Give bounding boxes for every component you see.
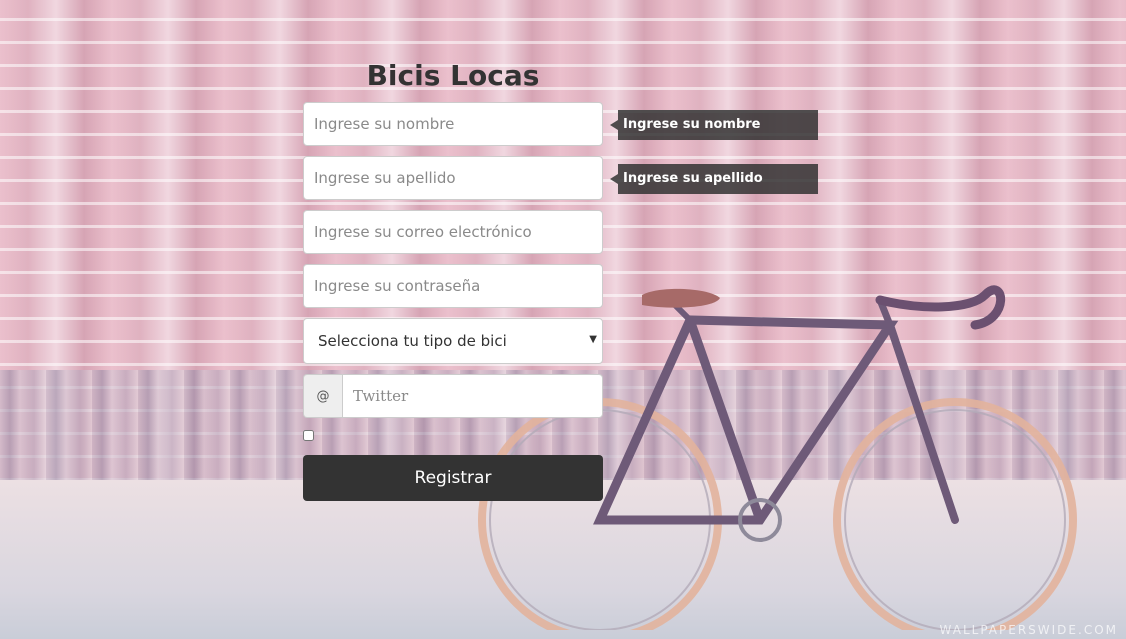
twitter-input[interactable] xyxy=(342,374,603,418)
page-title: Bicis Locas xyxy=(366,59,540,92)
first-name-tooltip: Ingrese su nombre xyxy=(610,110,818,140)
bike-type-select-wrapper: Selecciona tu tipo de bici ▼ xyxy=(303,318,603,364)
checkbox[interactable] xyxy=(303,430,314,441)
first-name-input[interactable] xyxy=(303,102,603,146)
password-input[interactable] xyxy=(303,264,603,308)
last-name-tooltip: Ingrese su apellido xyxy=(610,164,818,194)
registration-form: Bicis Locas Selecciona tu tipo de bici ▼… xyxy=(303,58,603,501)
at-sign-addon: @ xyxy=(303,374,342,418)
email-input[interactable] xyxy=(303,210,603,254)
last-name-input[interactable] xyxy=(303,156,603,200)
twitter-input-group: @ xyxy=(303,374,603,418)
register-button[interactable]: Registrar xyxy=(303,455,603,501)
bike-type-select[interactable]: Selecciona tu tipo de bici xyxy=(303,318,603,364)
background-watermark: WALLPAPERSWIDE.COM xyxy=(939,623,1118,637)
